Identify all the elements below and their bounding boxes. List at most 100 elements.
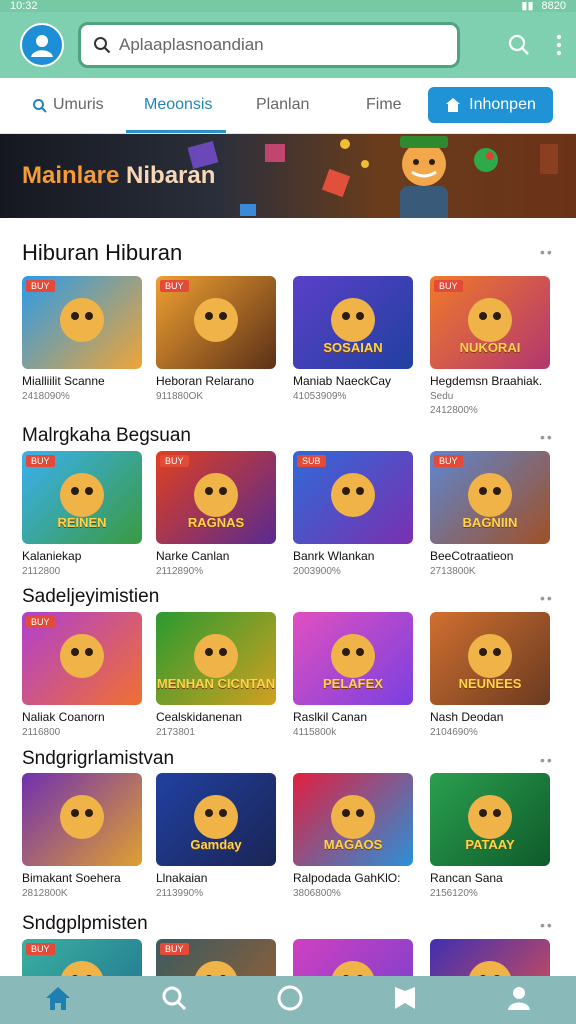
game-card[interactable]: BUY RAGNAS Narke Canlan 2112890%	[156, 451, 281, 577]
banner-title: Mainlare Nibaran	[22, 162, 215, 190]
nav-search[interactable]	[161, 985, 187, 1016]
game-title: Hegdemsn Braahiak.	[430, 374, 543, 388]
game-title: Maniab NaeckCay	[293, 374, 392, 388]
tab-meoonsis[interactable]: Meoonsis	[144, 78, 212, 132]
game-card[interactable]: SUB Banrk Wlankan 2003900%	[293, 451, 418, 577]
game-title: Heboran Relarano	[156, 374, 255, 388]
nav-profile[interactable]	[506, 985, 532, 1016]
battery-level: 8820	[541, 0, 566, 12]
game-badge: BUY	[26, 455, 55, 467]
game-card[interactable]: Bimakant Soehera 2812800K	[22, 773, 147, 899]
game-stats: 2112800	[22, 566, 61, 577]
game-thumbnail[interactable]: PELAFEX	[293, 612, 413, 705]
search-input[interactable]: Aplaaplasnoandian	[119, 35, 264, 55]
game-badge: BUY	[26, 280, 55, 292]
game-thumbnail[interactable]: BUY REINEN	[22, 451, 142, 544]
tab-label: Meoonsis	[144, 96, 213, 113]
game-extra: Sedu	[430, 391, 454, 402]
game-card[interactable]: PATAAY Rancan Sana 2156120%	[430, 773, 555, 899]
tab-action-button[interactable]: Inhonpen	[428, 87, 553, 123]
tab-planlan[interactable]: Planlan	[256, 78, 309, 132]
game-thumbnail[interactable]: SOSAIAN	[293, 276, 413, 369]
search-box[interactable]: Aplaaplasnoandian	[78, 22, 460, 68]
section-more-icon[interactable]: ••	[540, 244, 554, 260]
game-character-art	[194, 795, 238, 839]
search-icon[interactable]	[508, 34, 530, 56]
game-thumbnail[interactable]: BUY	[22, 612, 142, 705]
game-stats: 2418090%	[22, 391, 70, 402]
promo-banner[interactable]: Mainlare Nibaran	[0, 134, 576, 218]
game-card[interactable]: NEUNEES Nash Deodan 2104690%	[430, 612, 555, 738]
game-stats: 2713800K	[430, 566, 476, 577]
game-thumbnail[interactable]: MENHAN CICNTAN	[156, 612, 276, 705]
tab-fime[interactable]: Fime	[366, 78, 402, 132]
game-stats: 2116800	[22, 727, 61, 738]
game-card[interactable]: BUY Heboran Relarano 911880OK	[156, 276, 281, 402]
section-more-icon[interactable]: ••	[540, 590, 554, 606]
game-thumbnail[interactable]: BUY	[22, 276, 142, 369]
bottom-nav	[0, 976, 576, 1024]
game-stats: 2113990%	[156, 888, 204, 899]
game-title: Bimakant Soehera	[22, 871, 121, 885]
game-card[interactable]: Gamday Llnakaian 2113990%	[156, 773, 281, 899]
section-more-icon[interactable]: ••	[540, 917, 554, 933]
game-title: Banrk Wlankan	[293, 549, 375, 563]
tab-umuris[interactable]: Umuris	[32, 78, 104, 132]
game-card[interactable]: BUY Naliak Coanorn 2116800	[22, 612, 147, 738]
tab-label: Umuris	[53, 96, 104, 113]
game-thumbnail[interactable]: Gamday	[156, 773, 276, 866]
game-card[interactable]: SOSAIAN Maniab NaeckCay 41053909%	[293, 276, 418, 402]
game-card[interactable]: MENHAN CICNTAN Cealskidanenan 2173801	[156, 612, 281, 738]
game-thumbnail[interactable]: BUY RAGNAS	[156, 451, 276, 544]
game-thumbnail[interactable]: BUY	[156, 276, 276, 369]
game-card[interactable]: BUY REINEN Kalaniekap 2112800	[22, 451, 147, 577]
search-icon	[162, 986, 187, 1010]
game-title: Kalaniekap	[22, 549, 82, 563]
game-thumbnail[interactable]: PATAAY	[430, 773, 550, 866]
search-icon	[94, 37, 111, 54]
nav-circle[interactable]	[276, 984, 304, 1017]
game-thumbnail[interactable]: BUY NUKORAI	[430, 276, 550, 369]
game-card[interactable]: BUY NUKORAI Hegdemsn Braahiak. Sedu 2412800%	[430, 276, 555, 416]
nav-bookmark[interactable]	[393, 985, 417, 1016]
game-card[interactable]: BUY Mialliilit Scanne 2418090%	[22, 276, 147, 402]
game-character-art	[468, 298, 512, 342]
game-thumbnail[interactable]: BUY BAGNIIN	[430, 451, 550, 544]
game-badge: BUY	[160, 943, 189, 955]
game-stats: 2156120%	[430, 888, 478, 899]
game-character-art	[194, 634, 238, 678]
section-more-icon[interactable]: ••	[540, 752, 554, 768]
game-character-art	[60, 473, 104, 517]
section-title: Malrgkaha Begsuan	[22, 425, 191, 446]
game-character-art	[468, 634, 512, 678]
game-card[interactable]: MAGAOS Ralpodada GahKlO: 3806800%	[293, 773, 418, 899]
game-badge: SUB	[297, 455, 326, 467]
game-character-art	[468, 473, 512, 517]
game-thumbnail[interactable]: NEUNEES	[430, 612, 550, 705]
game-thumbnail[interactable]	[22, 773, 142, 866]
game-stats: 2812800K	[22, 888, 68, 899]
tab-bar: Umuris Meoonsis Planlan Fime Inhonpen	[0, 78, 576, 134]
game-card[interactable]: BUY BAGNIIN BeeCotraatieon 2713800K	[430, 451, 555, 577]
game-character-art	[468, 795, 512, 839]
tab-action-label: Inhonpen	[469, 96, 536, 113]
game-thumbnail[interactable]: MAGAOS	[293, 773, 413, 866]
game-character-art	[194, 298, 238, 342]
game-thumbnail[interactable]: SUB	[293, 451, 413, 544]
banner-title-accent: Mainlare	[22, 162, 120, 189]
game-title: Nash Deodan	[430, 710, 504, 724]
avatar[interactable]	[20, 23, 64, 67]
search-icon	[33, 98, 47, 113]
banner-title-rest: Nibaran	[119, 162, 216, 189]
game-logo-text: BAGNIIN	[462, 515, 518, 530]
user-icon	[31, 35, 53, 57]
more-options-icon[interactable]	[556, 34, 562, 56]
game-title: Rancan Sana	[430, 871, 503, 885]
game-card[interactable]: PELAFEX Raslkil Canan 4115800k	[293, 612, 418, 738]
game-stats: 2112890%	[156, 566, 204, 577]
nav-home[interactable]	[44, 984, 72, 1017]
section-more-icon[interactable]: ••	[540, 429, 554, 445]
section-title: Sndgrigrlamistvan	[22, 748, 175, 769]
game-title: Cealskidanenan	[156, 710, 243, 724]
home-icon	[46, 986, 71, 1010]
